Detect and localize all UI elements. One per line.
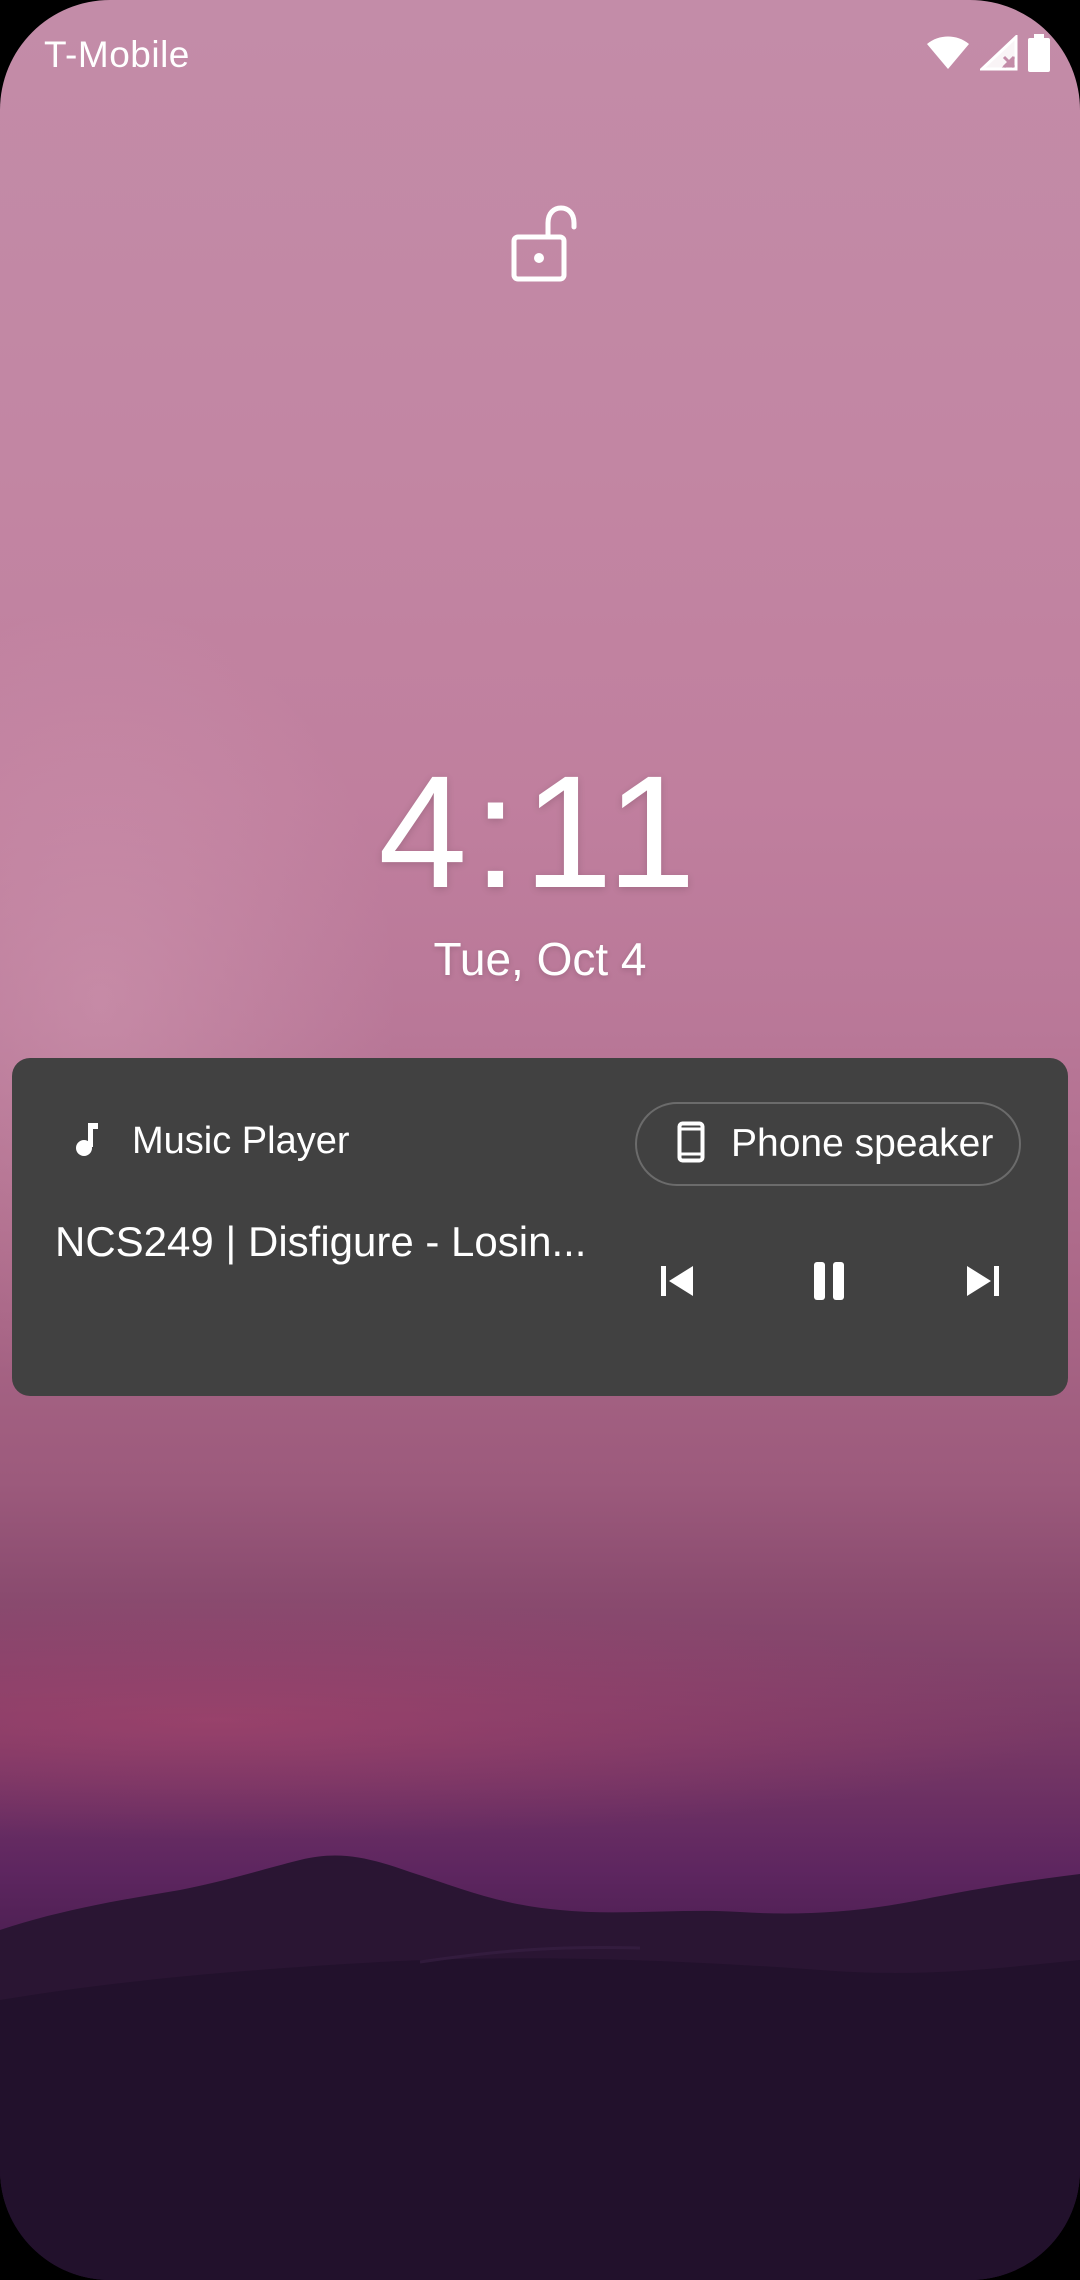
- wallpaper-mountains: [0, 1855, 1080, 2280]
- media-controls: [632, 1238, 1052, 1328]
- skip-next-button[interactable]: [938, 1238, 1028, 1328]
- signal-no-service-icon: [978, 33, 1018, 76]
- carrier-label: T-Mobile: [44, 34, 190, 75]
- pause-icon: [811, 1261, 847, 1306]
- skip-next-icon: [963, 1264, 1003, 1303]
- lock-screen: T-Mobile 4:11 Tue, Oct 4 Music Player Ph…: [0, 0, 1080, 2280]
- media-app-header: Music Player: [72, 1120, 350, 1163]
- battery-full-icon: [1028, 34, 1050, 77]
- music-note-icon: [72, 1121, 98, 1162]
- wifi-icon: [926, 35, 970, 76]
- status-bar: T-Mobile: [0, 0, 1080, 110]
- media-player-card[interactable]: Music Player Phone speaker NCS249 | Disf…: [12, 1058, 1068, 1396]
- skip-previous-button[interactable]: [632, 1238, 722, 1328]
- skip-previous-icon: [657, 1264, 697, 1303]
- clock-time: 4:11: [378, 742, 702, 921]
- phone-icon: [677, 1121, 705, 1168]
- wallpaper-horizon-glow: [0, 1600, 1080, 1840]
- output-device-label: Phone speaker: [731, 1122, 994, 1165]
- unlocked-padlock-icon: [510, 205, 580, 285]
- status-icons: [926, 33, 1050, 77]
- media-app-name: Music Player: [132, 1120, 350, 1162]
- output-device-button[interactable]: Phone speaker: [635, 1102, 1021, 1186]
- track-title: NCS249 | Disfigure - Losin...: [55, 1218, 587, 1265]
- pause-button[interactable]: [784, 1238, 874, 1328]
- clock-date: Tue, Oct 4: [433, 933, 647, 985]
